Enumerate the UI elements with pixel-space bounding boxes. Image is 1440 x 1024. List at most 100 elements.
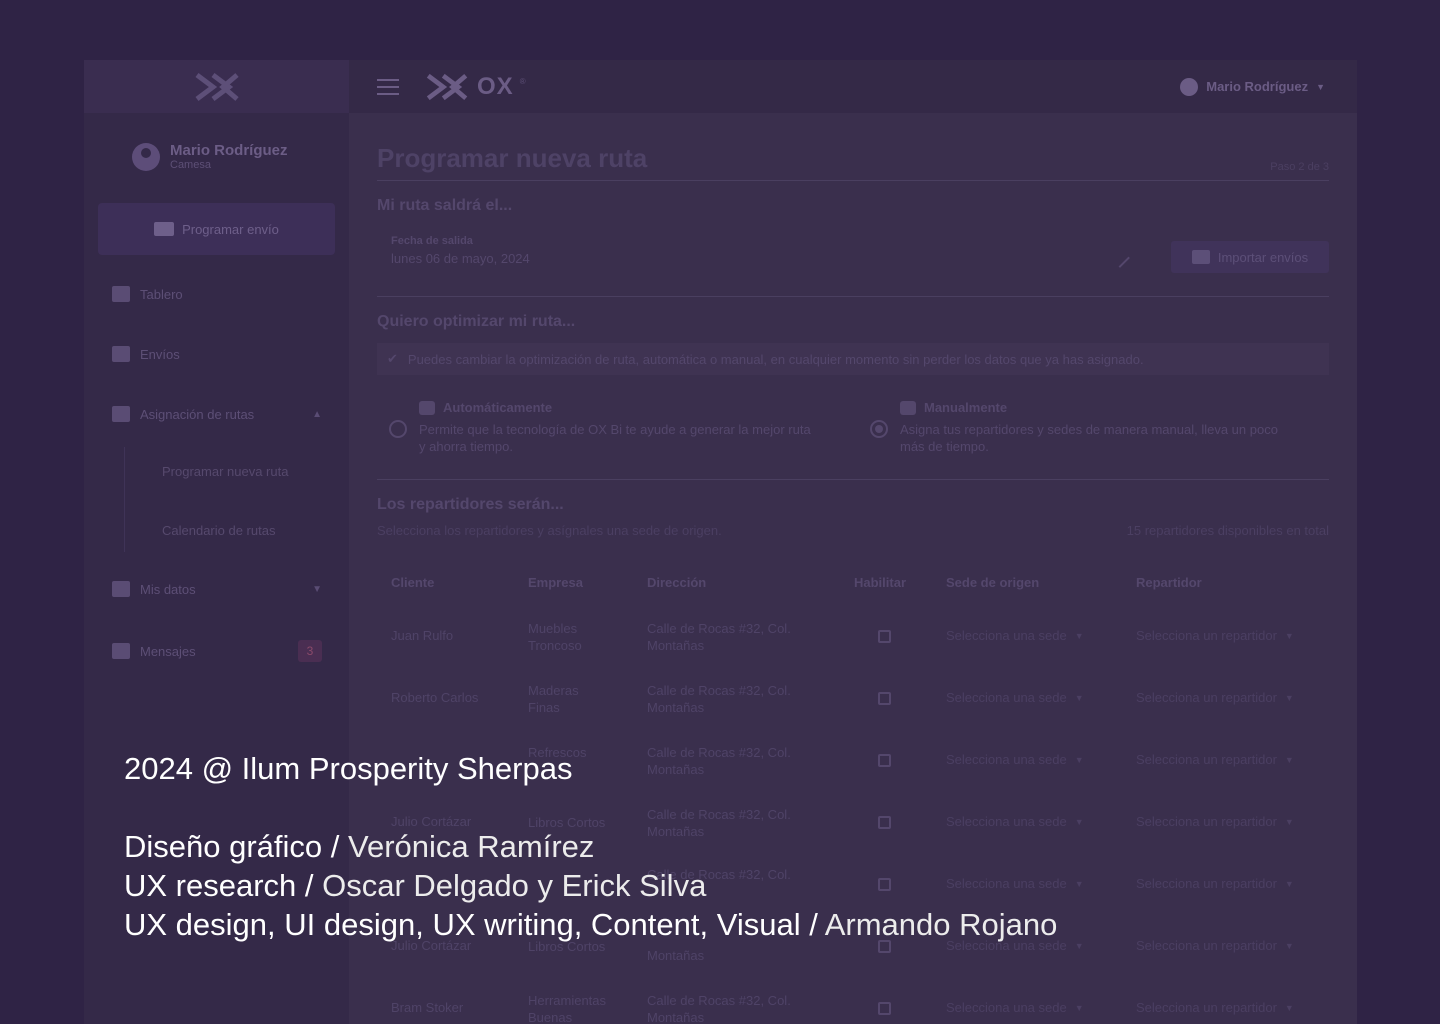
chevron-down-icon: ▼ <box>1074 630 1084 641</box>
sidebar-item-label: Mensajes <box>140 643 196 659</box>
enable-checkbox[interactable] <box>878 692 891 705</box>
cell-empresa: Maderas Finas <box>528 683 579 715</box>
chevron-down-icon: ▼ <box>1074 940 1084 951</box>
repartidor-select-text: Selecciona un repartidor <box>1136 814 1277 829</box>
divider <box>377 296 1329 297</box>
col-header-habilitar: Habilitar <box>854 575 907 590</box>
credit-name: Armando Rojano <box>824 907 1058 942</box>
option-title: Manualmente <box>924 400 1008 415</box>
radio-manual[interactable] <box>870 420 888 438</box>
sidebar-item-label: Asignación de rutas <box>140 406 255 422</box>
credits-copyright: 2024 @ Ilum Prosperity Sherpas <box>124 751 573 786</box>
repartidor-select-text: Selecciona un repartidor <box>1136 690 1277 705</box>
credit-name: Verónica Ramírez <box>348 829 595 864</box>
option-description: Asigna tus repartidores y sedes de maner… <box>900 422 1278 454</box>
account-icon <box>1180 77 1199 96</box>
avatar <box>132 142 160 171</box>
credit-role: Diseño gráfico / <box>124 829 348 864</box>
schedule-shipment-label: Programar envío <box>182 221 279 237</box>
enable-checkbox[interactable] <box>878 630 891 643</box>
chevron-down-icon: ▼ <box>1284 940 1294 951</box>
ox-logo-icon <box>195 72 239 101</box>
sede-select[interactable]: Selecciona una sede ▼ <box>946 690 1084 705</box>
sede-select[interactable]: Selecciona una sede ▼ <box>946 628 1084 643</box>
cell-direccion: Montañas <box>647 948 705 963</box>
top-bar: OX ® Mario Rodríguez ▼ <box>349 60 1357 113</box>
brand-name: OX <box>477 72 514 100</box>
submenu-line <box>124 447 125 552</box>
credit-role: UX research / <box>124 868 323 903</box>
sidebar-logo[interactable] <box>84 60 349 113</box>
repartidor-select[interactable]: Selecciona un repartidor ▼ <box>1136 938 1294 953</box>
repartidor-select-text: Selecciona un repartidor <box>1136 1000 1277 1015</box>
import-shipments-button[interactable]: Importar envíos <box>1171 241 1329 273</box>
repartidor-select[interactable]: Selecciona un repartidor ▼ <box>1136 752 1294 767</box>
chevron-down-icon: ▼ <box>1284 878 1294 889</box>
option-description: Permite que la tecnología de OX Bi te ay… <box>419 422 811 454</box>
sede-select[interactable]: Selecciona una sede ▼ <box>946 1000 1084 1015</box>
credits: 2024 @ Ilum Prosperity Sherpas Diseño gr… <box>124 749 1057 944</box>
col-header-direccion: Dirección <box>647 575 707 590</box>
divider <box>377 479 1329 480</box>
sidebar-item-tablero[interactable]: Tablero <box>112 286 322 302</box>
check-icon: ✔ <box>387 351 398 366</box>
repartidor-select-text: Selecciona un repartidor <box>1136 628 1277 643</box>
sidebar-item-envios[interactable]: Envíos <box>112 346 322 362</box>
col-header-cliente: Cliente <box>391 575 435 590</box>
cell-empresa: Muebles Troncoso <box>528 621 582 653</box>
user-role: Camesa <box>170 159 211 171</box>
chevron-down-icon: ▼ <box>1074 754 1084 765</box>
sidebar-item-mensajes[interactable]: Mensajes 3 <box>112 640 322 662</box>
chevron-down-icon: ▼ <box>1074 816 1084 827</box>
departure-date-field[interactable]: Fecha de salida lunes 06 de mayo, 2024 <box>377 235 1147 279</box>
repartidor-select[interactable]: Selecciona un repartidor ▼ <box>1136 1000 1294 1015</box>
chevron-down-icon: ▼ <box>1284 754 1294 765</box>
sidebar-subitem-programar-ruta[interactable]: Programar nueva ruta <box>162 464 288 479</box>
sidebar-item-asignacion-rutas[interactable]: Asignación de rutas ▲ <box>112 406 322 422</box>
credits-line-ux-research: UX research / Oscar Delgado y Erick Silv… <box>124 866 1057 905</box>
section-date-title: Mi ruta saldrá el... <box>377 197 513 214</box>
option-automatic[interactable]: Automáticamente Permite que la tecnologí… <box>389 400 819 455</box>
section-optimize-title: Quiero optimizar mi ruta... <box>377 313 576 330</box>
section-drivers-title: Los repartidores serán... <box>377 496 564 513</box>
option-manual[interactable]: Manualmente Asigna tus repartidores y se… <box>870 400 1300 455</box>
sede-select-text: Selecciona una sede <box>946 690 1067 705</box>
table-row: Juan Rulfo Muebles Troncoso Calle de Roc… <box>377 605 1329 667</box>
menu-icon[interactable] <box>377 78 399 95</box>
info-banner: ✔ Puedes cambiar la optimización de ruta… <box>377 343 1329 375</box>
truck-icon <box>112 346 130 362</box>
schedule-shipment-button[interactable]: Programar envío <box>98 203 335 255</box>
sidebar-user: Mario Rodríguez Camesa <box>132 142 288 171</box>
info-text: Puedes cambiar la optimización de ruta, … <box>407 351 1144 367</box>
sede-select-text: Selecciona una sede <box>946 628 1067 643</box>
drivers-count: 15 repartidores disponibles en total <box>1126 523 1329 538</box>
messages-badge: 3 <box>298 640 322 662</box>
chevron-down-icon: ▼ <box>312 583 322 595</box>
table-row: Bram Stoker Herramientas Buenas Calle de… <box>377 977 1329 1024</box>
cell-direccion: Calle de Rocas #32, Col. Montañas <box>647 993 791 1024</box>
col-header-sede: Sede de origen <box>946 575 1040 590</box>
repartidor-select-text: Selecciona un repartidor <box>1136 938 1277 953</box>
sidebar-subitem-calendario[interactable]: Calendario de rutas <box>162 523 275 538</box>
credits-line-ux-design: UX design, UI design, UX writing, Conten… <box>124 905 1057 944</box>
repartidor-select[interactable]: Selecciona un repartidor ▼ <box>1136 876 1294 891</box>
top-user-name: Mario Rodríguez <box>1206 79 1309 94</box>
repartidor-select[interactable]: Selecciona un repartidor ▼ <box>1136 628 1294 643</box>
cell-cliente: Bram Stoker <box>391 1000 464 1015</box>
sidebar-item-mis-datos[interactable]: Mis datos ▼ <box>112 581 322 597</box>
chevron-down-icon: ▼ <box>1284 1002 1294 1013</box>
repartidor-select-text: Selecciona un repartidor <box>1136 752 1277 767</box>
brand[interactable]: OX ® <box>423 72 526 102</box>
sede-select-text: Selecciona una sede <box>946 1000 1067 1015</box>
robot-icon <box>419 400 435 415</box>
date-value: lunes 06 de mayo, 2024 <box>391 251 530 266</box>
user-name: Mario Rodríguez <box>170 142 288 159</box>
caret-down-icon: ▼ <box>1316 81 1325 92</box>
cell-empresa: Herramientas Buenas <box>528 993 607 1024</box>
col-header-repartidor: Repartidor <box>1136 575 1202 590</box>
radio-automatic[interactable] <box>389 420 407 438</box>
user-menu[interactable]: Mario Rodríguez ▼ <box>1180 77 1325 96</box>
repartidor-select[interactable]: Selecciona un repartidor ▼ <box>1136 814 1294 829</box>
enable-checkbox[interactable] <box>878 1002 891 1015</box>
repartidor-select[interactable]: Selecciona un repartidor ▼ <box>1136 690 1294 705</box>
